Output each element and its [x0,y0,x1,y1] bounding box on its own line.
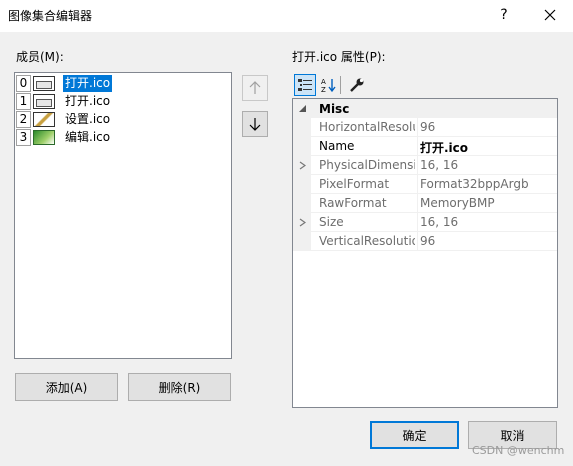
categorized-view-button[interactable] [294,74,316,96]
property-value: 16, 16 [420,158,459,172]
member-name: 编辑.ico [65,129,111,144]
member-name: 设置.ico [65,111,111,126]
property-row[interactable]: Size 16, 16 [293,213,557,232]
member-name: 打开.ico [63,74,113,92]
property-value: 96 [420,120,436,134]
arrow-up-icon [249,81,261,94]
member-index: 3 [16,128,31,146]
property-pages-button[interactable] [346,74,368,96]
open-file-icon [33,93,55,109]
toolbar-separator [340,76,341,94]
property-row[interactable]: PixelFormat Format32bppArgb [293,175,557,194]
property-name: Size [319,215,344,229]
expand-icon[interactable] [293,156,311,175]
wrench-icon [350,78,364,92]
member-name: 打开.ico [65,93,111,108]
member-item[interactable]: 2 设置.ico [15,110,231,128]
help-label: ? [500,7,508,23]
property-value[interactable]: 打开.ico [420,139,556,156]
move-up-button[interactable] [242,75,268,101]
property-value: MemoryBMP [420,196,495,210]
property-row[interactable]: PhysicalDimension 16, 16 [293,156,557,175]
alphabetical-view-button[interactable]: A Z [317,74,339,96]
close-icon [544,9,556,21]
category-row[interactable]: Misc [293,99,557,118]
property-value: 96 [420,234,436,248]
property-name: Name [319,139,355,153]
member-index: 2 [16,110,31,128]
member-item[interactable]: 1 打开.ico [15,92,231,110]
property-value: 16, 16 [420,215,459,229]
members-label: 成员(M): [16,50,64,64]
property-grid-toolbar: A Z [292,74,558,98]
categorized-icon [298,79,312,91]
member-index: 0 [16,74,31,92]
move-down-button[interactable] [242,111,268,137]
collapse-icon[interactable] [293,104,311,113]
property-row[interactable]: Name 打开.ico [293,137,557,156]
close-button[interactable] [528,0,572,30]
ok-button[interactable]: 确定 [370,421,459,449]
window-title: 图像集合编辑器 [8,9,93,23]
title-bar: 图像集合编辑器 ? [0,0,573,32]
settings-icon [33,111,55,127]
help-button[interactable]: ? [482,0,526,30]
property-name: VerticalResolution [319,234,415,248]
members-list[interactable]: 0 打开.ico 1 打开.ico 2 设置.ico 3 编辑.ico [14,72,232,359]
svg-text:A: A [321,78,326,86]
add-button[interactable]: 添加(A) [15,373,118,401]
category-name: Misc [319,101,350,116]
property-name: RawFormat [319,196,387,210]
member-item[interactable]: 0 打开.ico [15,74,231,92]
open-file-icon [33,75,55,91]
property-name: HorizontalResolution [319,120,415,134]
property-name: PhysicalDimension [319,158,415,172]
property-row[interactable]: RawFormat MemoryBMP [293,194,557,213]
watermark: CSDN @wenchm [472,444,565,457]
arrow-down-icon [249,118,261,131]
property-row[interactable]: VerticalResolution 96 [293,232,557,251]
svg-text:Z: Z [321,86,326,93]
property-grid[interactable]: Misc HorizontalResolution 96 Name 打开.ico… [292,98,558,408]
properties-label: 打开.ico 属性(P): [292,50,386,64]
dialog-body: 成员(M): 打开.ico 属性(P): 0 打开.ico 1 打开.ico 2… [0,32,573,466]
member-item[interactable]: 3 编辑.ico [15,128,231,146]
property-name: PixelFormat [319,177,390,191]
property-row[interactable]: HorizontalResolution 96 [293,118,557,137]
property-value: Format32bppArgb [420,177,529,191]
remove-button[interactable]: 删除(R) [128,373,231,401]
member-index: 1 [16,92,31,110]
sort-alphabetical-icon: A Z [321,78,336,93]
edit-icon [33,129,55,145]
expand-icon[interactable] [293,213,311,232]
